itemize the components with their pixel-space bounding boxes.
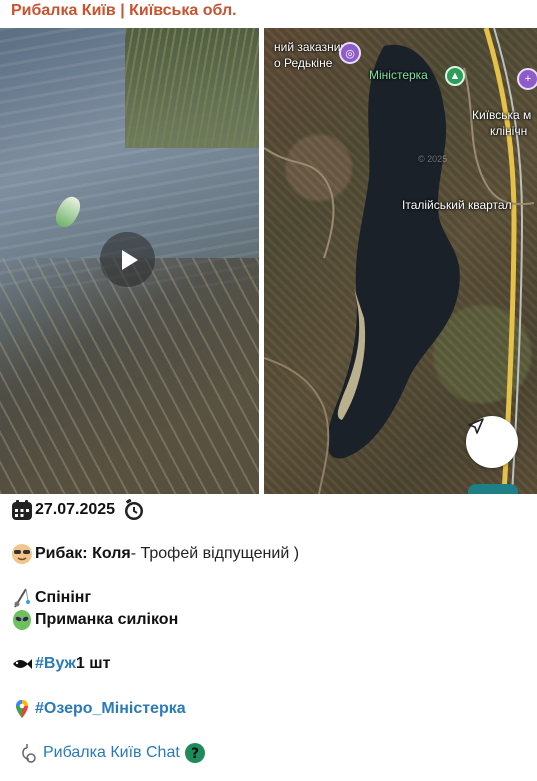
region-label-2: клінічн	[490, 124, 528, 138]
reserve-pin-icon[interactable]: ◎	[339, 42, 361, 64]
catch-hashtag[interactable]: #Вуж	[35, 653, 76, 675]
fisher-name: Рибак: Коля	[35, 545, 131, 562]
reserve-label-2: о Редькіне	[274, 56, 333, 70]
svg-text:?: ?	[191, 746, 199, 762]
play-button[interactable]	[100, 232, 155, 287]
tackle-line: Спінінг	[11, 587, 91, 609]
map-photo[interactable]: ний заказник о Редькіне ◎ Міністерка ▲ +…	[264, 28, 537, 494]
park-pin-icon[interactable]: ▲	[445, 66, 465, 86]
navigate-button[interactable]	[466, 416, 518, 468]
location-line: #Озеро_Міністерка	[11, 698, 186, 720]
cool-face-icon	[11, 543, 33, 565]
question-icon: ?	[184, 742, 206, 764]
muddy-bank	[0, 258, 259, 494]
side-road-3	[264, 357, 330, 494]
reserve-label: ний заказник	[274, 40, 346, 54]
quarter-label: Італійський квартал	[402, 198, 512, 212]
video-thumbnail[interactable]	[0, 28, 259, 494]
chat-link[interactable]: Рибалка Київ Chat	[43, 742, 180, 764]
channel-post: Рибалка Київ | Київська обл. ний заказни…	[0, 0, 537, 781]
alien-icon	[11, 609, 33, 631]
side-road	[264, 147, 335, 259]
fisher-note: - Трофей відпущений )	[130, 545, 300, 562]
fishing-rod-icon	[11, 587, 33, 609]
catch-count: 1 шт	[75, 655, 111, 672]
reeds	[125, 28, 259, 148]
location-hashtag[interactable]: #Озеро_Міністерка	[35, 698, 186, 720]
copyright-text: © 2025	[418, 154, 448, 164]
clock-icon	[123, 499, 145, 521]
tackle-type: Спінінг	[35, 589, 92, 606]
map-pin-icon	[11, 698, 33, 720]
catch-line: #Вуж 1 шт	[11, 653, 110, 675]
bait-type: Приманка силікон	[35, 611, 179, 628]
post-date: 27.07.2025	[35, 501, 116, 518]
date-line: 27.07.2025	[11, 499, 147, 521]
bait-line: Приманка силікон	[11, 609, 178, 631]
navigation-arrow-icon	[468, 418, 484, 434]
teal-tab	[468, 484, 518, 494]
chat-line: Рибалка Київ Chat ?	[19, 742, 208, 764]
region-label: Київська м	[472, 108, 532, 122]
fisher-line: Рибак: Коля - Трофей відпущений )	[11, 543, 299, 565]
calendar-icon	[11, 499, 33, 521]
link-icon	[19, 742, 41, 764]
hospital-pin-icon[interactable]: +	[517, 68, 537, 90]
media-album: ний заказник о Редькіне ◎ Міністерка ▲ +…	[0, 28, 537, 494]
lake-label[interactable]: Міністерка	[369, 68, 428, 82]
fish-icon	[11, 653, 33, 675]
play-icon	[122, 249, 138, 270]
channel-title[interactable]: Рибалка Київ | Київська обл.	[11, 2, 237, 20]
